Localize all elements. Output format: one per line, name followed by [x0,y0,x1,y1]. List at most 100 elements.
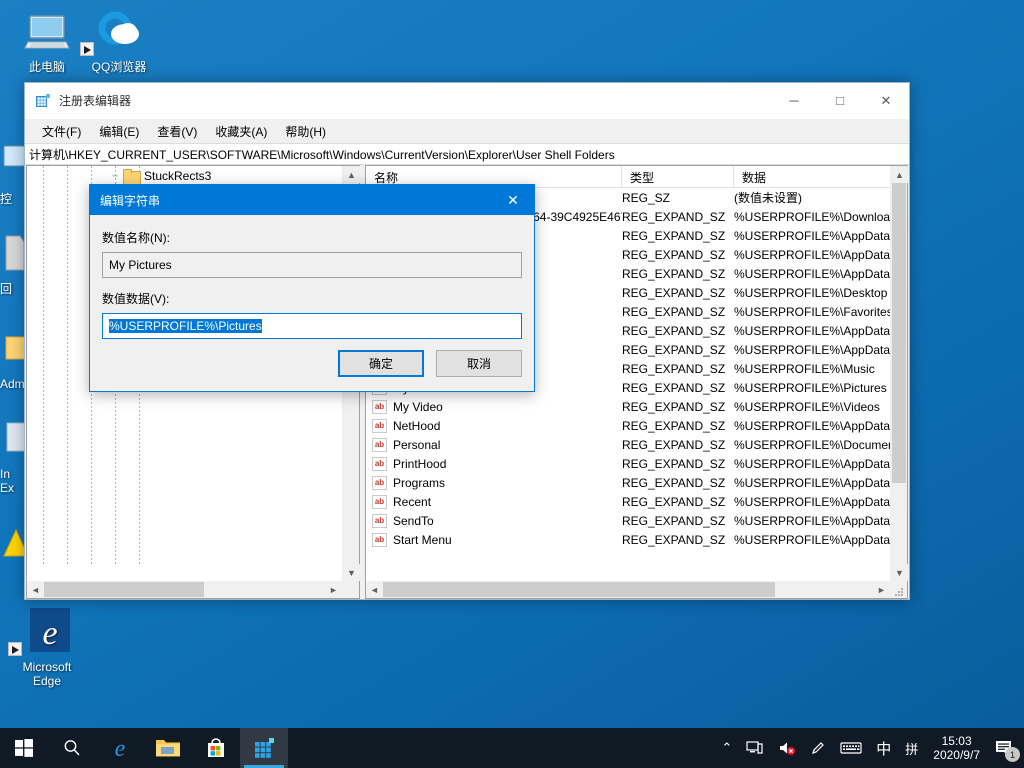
desktop-icon-label: QQ浏览器 [92,60,147,74]
search-button[interactable] [48,728,96,768]
partial-icon [0,520,26,568]
window-controls[interactable]: ─ □ ✕ [771,83,909,119]
value-data-label: 数值数据(V): [102,290,522,307]
desktop-icon-edge[interactable]: e Microsoft Edge [8,608,86,688]
clock[interactable]: 15:03 2020/9/7 [925,734,988,762]
value-type-cell: REG_EXPAND_SZ [622,419,734,433]
ab-string-icon: ab [372,476,387,490]
table-row[interactable]: abMy VideoREG_EXPAND_SZ%USERPROFILE%\Vid… [366,397,890,416]
value-name-cell: abMy Video [366,400,622,414]
value-data-cell: %USERPROFILE%\AppData\Roaming\Microsoft\… [734,419,890,433]
menu-item-view[interactable]: 查看(V) [148,120,206,143]
svg-text:e: e [115,736,126,761]
tree-hscrollbar-thumb[interactable] [44,582,204,597]
list-scrollbar-thumb[interactable] [892,183,906,483]
list-horizontal-scrollbar[interactable]: ◄ ► [366,581,890,598]
partial-icon [0,140,26,188]
window-titlebar[interactable]: 注册表编辑器 ─ □ ✕ [25,83,909,119]
ab-string-icon: ab [372,514,387,528]
regedit-taskbar-button[interactable] [240,728,288,768]
touch-keyboard-button[interactable] [833,728,869,768]
value-data-input[interactable]: %USERPROFILE%\Pictures [102,313,522,339]
desktop-icon-partial-2[interactable]: 回 [0,230,26,296]
menu-item-edit[interactable]: 编辑(E) [90,120,148,143]
registry-editor-window[interactable]: 注册表编辑器 ─ □ ✕ 文件(F) 编辑(E) 查看(V) 收藏夹(A) 帮助… [24,82,910,600]
tree-scroll-left-button[interactable]: ◄ [27,581,44,598]
desktop-icon-partial-1[interactable]: 控 [0,140,26,206]
table-row[interactable]: abPersonalREG_EXPAND_SZ%USERPROFILE%\Doc… [366,435,890,454]
dialog-titlebar[interactable]: 编辑字符串 ✕ [90,185,534,215]
list-scroll-up-button[interactable]: ▲ [891,166,908,183]
tree-horizontal-scrollbar[interactable]: ◄ ► [27,581,342,598]
minimize-button[interactable]: ─ [771,83,817,119]
volume-muted-button[interactable] [771,728,803,768]
desktop-icon-qq-browser[interactable]: QQ浏览器 [80,8,158,74]
value-data-cell: %USERPROFILE%\AppData\Roaming\Microsoft\… [734,495,890,509]
table-row[interactable]: abRecentREG_EXPAND_SZ%USERPROFILE%\AppDa… [366,492,890,511]
ime-pinyin-button[interactable]: 拼 [898,728,925,768]
value-data-cell: %USERPROFILE%\Favorites [734,305,890,319]
column-header-data[interactable]: 数据 [734,166,907,187]
cancel-button[interactable]: 取消 [436,350,522,377]
menu-bar[interactable]: 文件(F) 编辑(E) 查看(V) 收藏夹(A) 帮助(H) [25,119,909,143]
edge-icon: e [8,608,86,656]
value-name-text: My Pictures [109,258,172,272]
system-tray[interactable]: ⌃ [714,728,1024,768]
tree-scroll-down-button[interactable]: ▼ [343,564,360,581]
pen-workspace-button[interactable] [803,728,833,768]
value-name-text: SendTo [393,514,434,528]
list-scroll-down-button[interactable]: ▼ [891,564,908,581]
file-explorer-button[interactable] [144,728,192,768]
value-type-cell: REG_EXPAND_SZ [622,286,734,300]
ime-mode-button[interactable]: 中 [869,728,898,768]
partial-folder-icon [0,325,26,373]
menu-item-favorites[interactable]: 收藏夹(A) [206,120,276,143]
edge-taskbar-button[interactable]: e [96,728,144,768]
desktop-icon-partial-3[interactable]: Adm [0,325,26,391]
list-vertical-scrollbar[interactable]: ▲ ▼ [890,166,907,581]
desktop-icon-partial-4[interactable]: InEx [0,415,26,495]
menu-item-help[interactable]: 帮助(H) [276,120,335,143]
dialog-buttons: 确定 取消 [338,350,522,377]
value-name-text: My Video [393,400,443,414]
value-name-input[interactable]: My Pictures [102,252,522,278]
table-row[interactable]: abPrintHoodREG_EXPAND_SZ%USERPROFILE%\Ap… [366,454,890,473]
close-button[interactable]: ✕ [863,83,909,119]
notification-badge: 1 [1005,747,1020,762]
taskbar[interactable]: e [0,728,1024,768]
start-button[interactable] [0,728,48,768]
table-row[interactable]: abProgramsREG_EXPAND_SZ%USERPROFILE%\App… [366,473,890,492]
table-row[interactable]: abNetHoodREG_EXPAND_SZ%USERPROFILE%\AppD… [366,416,890,435]
tree-scroll-right-button[interactable]: ► [325,581,342,598]
column-header-type[interactable]: 类型 [622,166,734,187]
notification-center-button[interactable]: 1 [988,728,1024,768]
search-icon [62,738,82,758]
network-icon-button[interactable] [739,728,771,768]
table-row[interactable]: abSendToREG_EXPAND_SZ%USERPROFILE%\AppDa… [366,511,890,530]
tree-scroll-corner [342,581,359,598]
list-hscrollbar-thumb[interactable] [383,582,775,597]
ok-button[interactable]: 确定 [338,350,424,377]
svg-text:e: e [42,615,57,652]
desktop-icon-partial-5[interactable] [0,520,26,572]
address-bar[interactable]: 计算机\HKEY_CURRENT_USER\SOFTWARE\Microsoft… [25,143,909,165]
dialog-close-button[interactable]: ✕ [492,185,534,215]
list-scroll-right-button[interactable]: ► [873,581,890,598]
tree-scroll-up-button[interactable]: ▲ [343,166,360,183]
store-button[interactable] [192,728,240,768]
value-name-text: PrintHood [393,457,446,471]
folder-icon [155,736,181,760]
value-data-cell: %USERPROFILE%\AppData\Local\Microsoft\Wi… [734,267,890,281]
value-data-cell: %USERPROFILE%\AppData\Roaming [734,229,890,243]
maximize-button[interactable]: □ [817,83,863,119]
tree-node[interactable]: ┄StuckRects3 [27,166,342,186]
edit-string-dialog[interactable]: 编辑字符串 ✕ 数值名称(N): My Pictures 数值数据(V): %U… [89,184,535,392]
desktop[interactable]: 此电脑 QQ浏览器 e Microsoft Edge 控 [0,0,1024,768]
list-scroll-left-button[interactable]: ◄ [366,581,383,598]
menu-item-file[interactable]: 文件(F) [33,120,90,143]
desktop-icon-this-pc[interactable]: 此电脑 [8,8,86,74]
list-scroll-corner [890,581,907,598]
value-data-cell: %USERPROFILE%\Documents [734,438,890,452]
table-row[interactable]: abStart MenuREG_EXPAND_SZ%USERPROFILE%\A… [366,530,890,549]
show-hidden-icons-button[interactable]: ⌃ [714,728,739,768]
